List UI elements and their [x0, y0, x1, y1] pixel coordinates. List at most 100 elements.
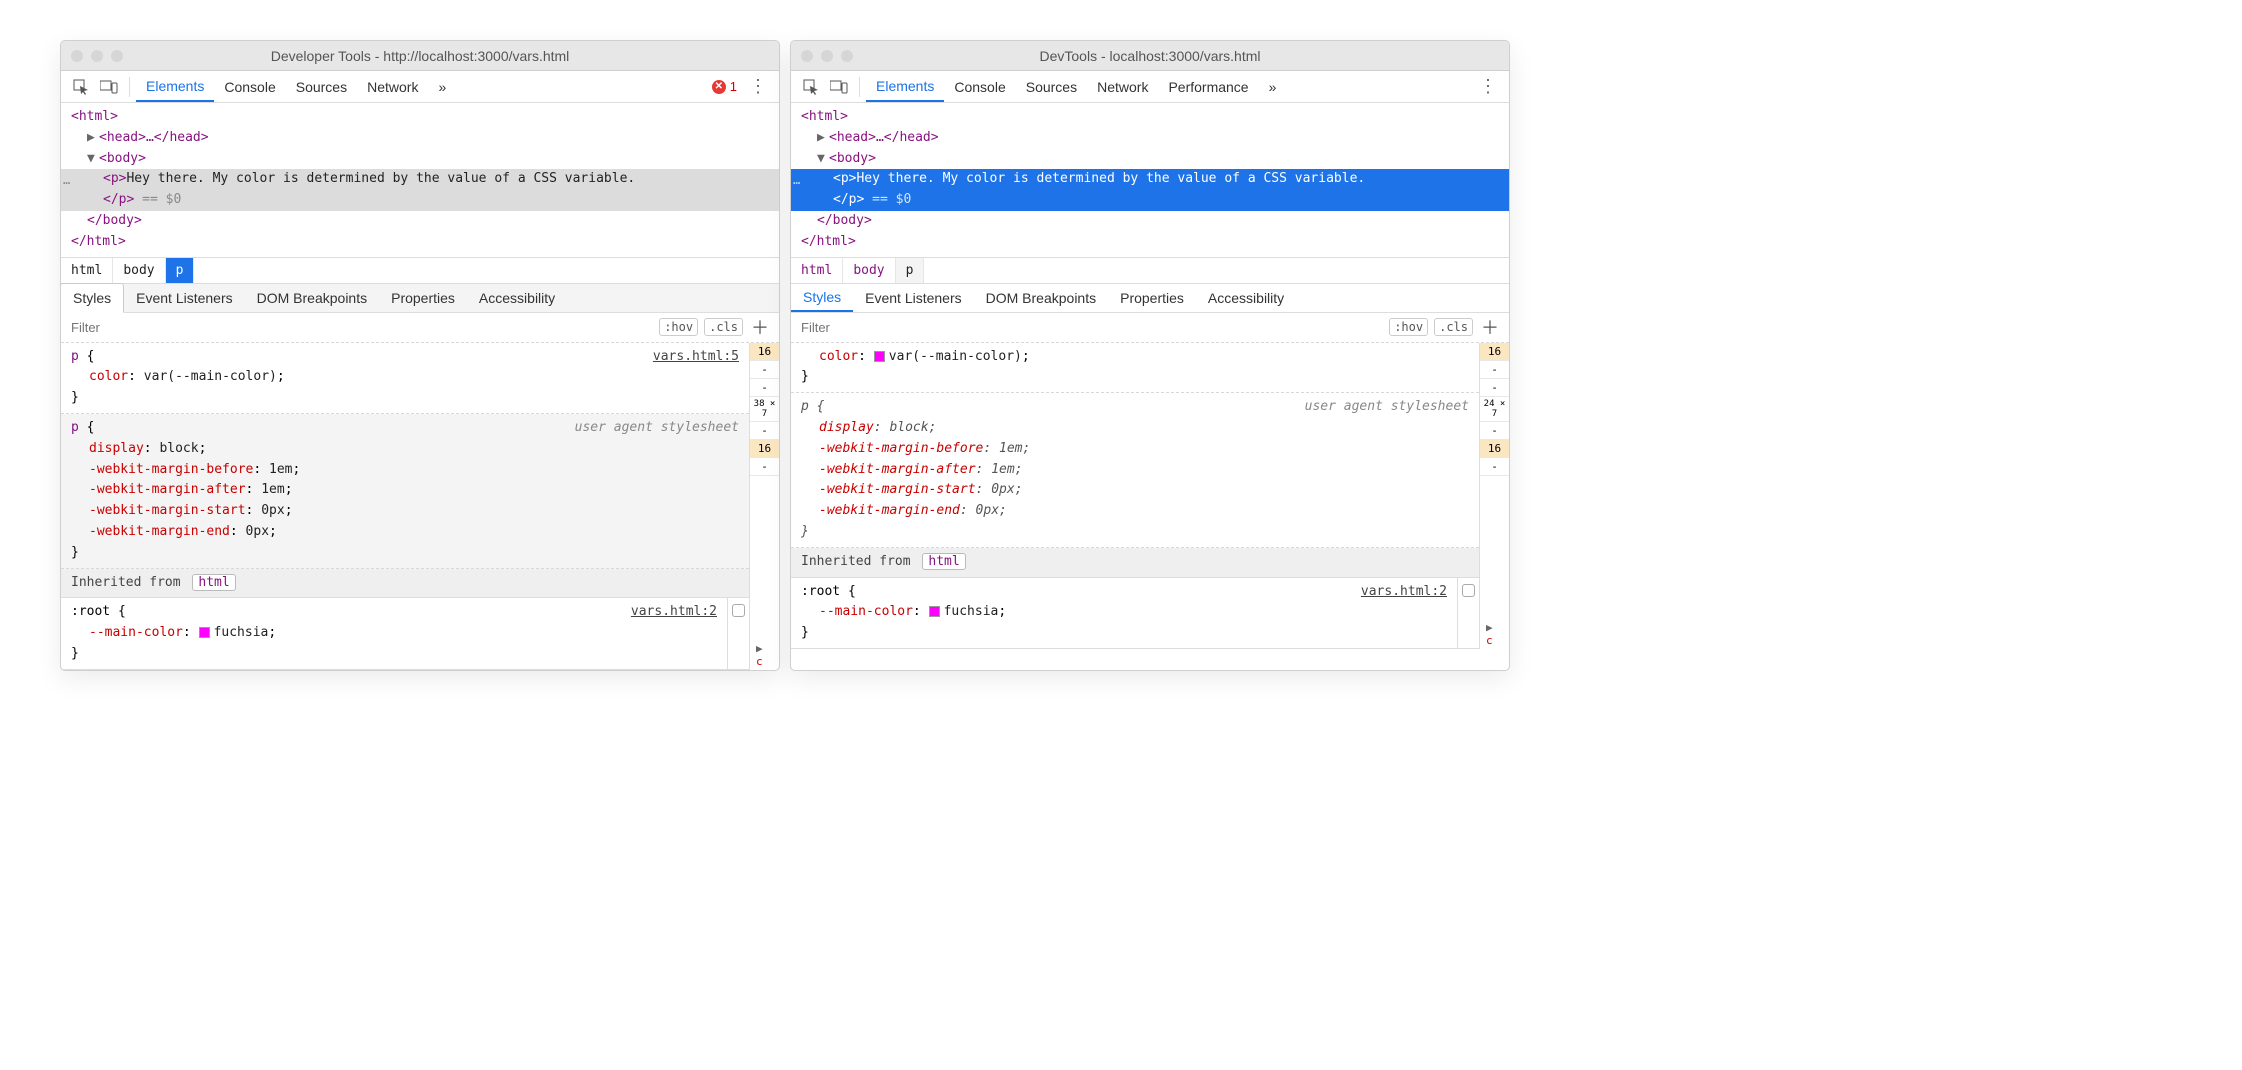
tab-network[interactable]: Network	[357, 71, 428, 102]
device-toggle-icon[interactable]	[825, 80, 853, 94]
dom-selected-node[interactable]: … <p>Hey there. My color is determined b…	[61, 169, 779, 211]
stab-styles[interactable]: Styles	[60, 283, 124, 313]
new-rule-icon[interactable]: ＋	[751, 314, 769, 340]
prop-value[interactable]: var(--main-color)	[144, 369, 277, 384]
dom-head[interactable]: <head>…</head>	[829, 130, 939, 145]
drawer-expand-icon[interactable]: ▶ c	[750, 640, 779, 670]
color-swatch[interactable]	[199, 627, 210, 638]
dom-body-close[interactable]: </body>	[87, 213, 142, 228]
stab-accessibility[interactable]: Accessibility	[1196, 284, 1296, 312]
collapse-icon[interactable]: ▼	[87, 149, 99, 170]
crumb-html[interactable]: html	[791, 258, 843, 283]
prop-name[interactable]: --main-color	[89, 625, 183, 640]
crumb-p[interactable]: p	[166, 258, 195, 283]
color-swatch[interactable]	[929, 606, 940, 617]
prop-name[interactable]: color	[819, 349, 858, 364]
close-icon[interactable]	[801, 50, 813, 62]
rule-p-ua[interactable]: user agent stylesheet p { display: block…	[61, 414, 749, 569]
crumb-body[interactable]: body	[843, 258, 895, 283]
error-count[interactable]: ✕ 1	[712, 79, 737, 94]
close-icon[interactable]	[71, 50, 83, 62]
stab-event-listeners[interactable]: Event Listeners	[853, 284, 974, 312]
tab-performance[interactable]: Performance	[1158, 71, 1258, 102]
devtools-window-right: DevTools - localhost:3000/vars.html Elem…	[790, 40, 1510, 671]
prop-value[interactable]: fuchsia	[214, 625, 269, 640]
crumb-p[interactable]: p	[896, 258, 925, 283]
hov-toggle[interactable]: :hov	[659, 318, 698, 336]
sidebar-tabs: Styles Event Listeners DOM Breakpoints P…	[61, 283, 779, 313]
filter-input[interactable]	[801, 320, 1383, 335]
tab-more[interactable]: »	[1259, 71, 1287, 102]
rule-p-ua[interactable]: user agent stylesheet p { display: block…	[791, 393, 1479, 548]
tab-console[interactable]: Console	[944, 71, 1015, 102]
prop-value[interactable]: fuchsia	[944, 604, 999, 619]
stab-properties[interactable]: Properties	[1108, 284, 1196, 312]
tab-elements[interactable]: Elements	[866, 71, 944, 102]
inherited-tag[interactable]: html	[922, 553, 965, 570]
rule-p-author[interactable]: vars.html:5 p { color: var(--main-color)…	[61, 343, 749, 414]
source-link[interactable]: vars.html:2	[1361, 582, 1447, 603]
hov-toggle[interactable]: :hov	[1389, 318, 1428, 336]
stab-properties[interactable]: Properties	[379, 284, 467, 312]
dom-body-open[interactable]: <body>	[99, 151, 146, 166]
dom-html-close[interactable]: </html>	[71, 234, 126, 249]
dom-tree[interactable]: <html> ▶<head>…</head> ▼<body> … <p>Hey …	[61, 103, 779, 257]
selector: :root	[71, 604, 110, 619]
breadcrumb: html body p	[61, 257, 779, 283]
new-rule-icon[interactable]: ＋	[1481, 314, 1499, 340]
dom-head[interactable]: <head>…</head>	[99, 130, 209, 145]
tab-sources[interactable]: Sources	[1016, 71, 1087, 102]
toolbar-divider	[129, 77, 130, 97]
drawer-expand-icon[interactable]: ▶ c	[1480, 619, 1509, 649]
dom-html-close[interactable]: </html>	[801, 234, 856, 249]
dom-html-open[interactable]: <html>	[801, 109, 848, 124]
tab-sources[interactable]: Sources	[286, 71, 357, 102]
expand-icon[interactable]: ▶	[87, 128, 99, 149]
inspect-icon[interactable]	[67, 79, 95, 95]
stab-styles[interactable]: Styles	[791, 284, 853, 312]
cls-toggle[interactable]: .cls	[704, 318, 743, 336]
dom-tree[interactable]: <html> ▶<head>…</head> ▼<body> … <p>Hey …	[791, 103, 1509, 257]
checkbox[interactable]	[732, 604, 745, 617]
stab-event-listeners[interactable]: Event Listeners	[124, 284, 245, 312]
tab-elements[interactable]: Elements	[136, 71, 214, 102]
filter-input[interactable]	[71, 320, 653, 335]
computed-minimap[interactable]: 16 - - 38 × 7 - 16 - ▶ c	[749, 343, 779, 670]
inherited-tag[interactable]: html	[192, 574, 235, 591]
zoom-icon[interactable]	[111, 50, 123, 62]
stab-dom-breakpoints[interactable]: DOM Breakpoints	[245, 284, 379, 312]
settings-menu-icon[interactable]: ⋮	[1473, 76, 1503, 97]
checkbox[interactable]	[1462, 584, 1475, 597]
collapse-icon[interactable]: ▼	[817, 149, 829, 170]
crumb-html[interactable]: html	[61, 258, 113, 283]
cls-toggle[interactable]: .cls	[1434, 318, 1473, 336]
rule-root[interactable]: vars.html:2 :root { --main-color: fuchsi…	[791, 578, 1457, 648]
source-link[interactable]: vars.html:5	[653, 347, 739, 368]
rule-root[interactable]: vars.html:2 :root { --main-color: fuchsi…	[61, 598, 727, 668]
dom-selected-node[interactable]: … <p>Hey there. My color is determined b…	[791, 169, 1509, 211]
color-swatch[interactable]	[874, 351, 885, 362]
rule-p-author[interactable]: color: var(--main-color); }	[791, 343, 1479, 394]
zoom-icon[interactable]	[841, 50, 853, 62]
source-link[interactable]: vars.html:2	[631, 602, 717, 623]
dom-body-open[interactable]: <body>	[829, 151, 876, 166]
expand-icon[interactable]: ▶	[817, 128, 829, 149]
tab-network[interactable]: Network	[1087, 71, 1158, 102]
prop-name[interactable]: --main-color	[819, 604, 913, 619]
crumb-body[interactable]: body	[113, 258, 165, 283]
stab-dom-breakpoints[interactable]: DOM Breakpoints	[974, 284, 1108, 312]
tab-console[interactable]: Console	[214, 71, 285, 102]
device-toggle-icon[interactable]	[95, 80, 123, 94]
minimize-icon[interactable]	[91, 50, 103, 62]
dom-body-close[interactable]: </body>	[817, 213, 872, 228]
dom-html-open[interactable]: <html>	[71, 109, 118, 124]
styles-pane: vars.html:5 p { color: var(--main-color)…	[61, 343, 779, 670]
tab-more[interactable]: »	[428, 71, 456, 102]
inspect-icon[interactable]	[797, 79, 825, 95]
prop-name[interactable]: color	[89, 369, 128, 384]
minimize-icon[interactable]	[821, 50, 833, 62]
stab-accessibility[interactable]: Accessibility	[467, 284, 567, 312]
settings-menu-icon[interactable]: ⋮	[743, 76, 773, 97]
prop-value[interactable]: var(--main-color)	[889, 349, 1022, 364]
computed-minimap[interactable]: 16 - - 24 × 7 - 16 - ▶ c	[1479, 343, 1509, 649]
